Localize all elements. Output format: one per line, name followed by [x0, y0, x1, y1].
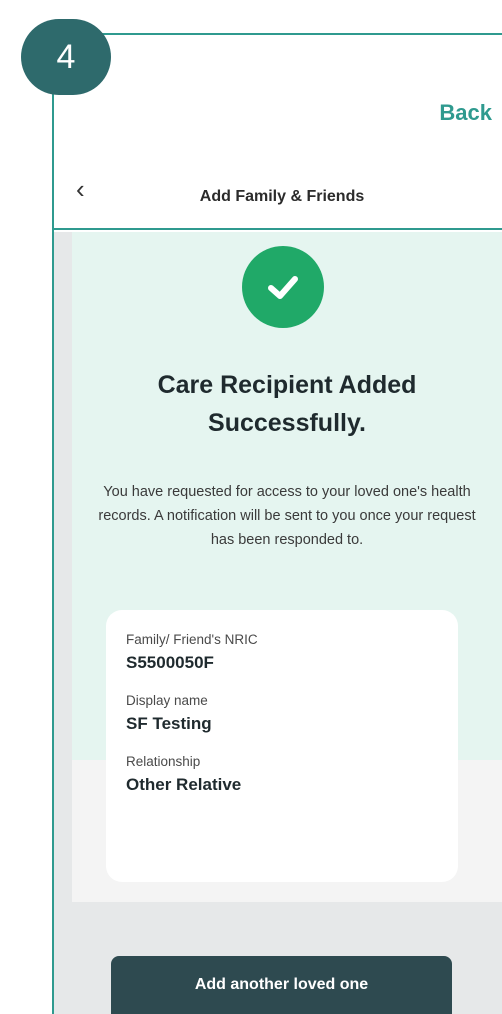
step-badge: 4 — [21, 19, 111, 95]
success-title: Care Recipient Added Successfully. — [157, 371, 417, 437]
detail-relationship: Relationship Other Relative — [126, 754, 438, 795]
detail-value: Other Relative — [126, 775, 242, 794]
detail-value: SF Testing — [126, 714, 212, 733]
recipient-details-card: Family/ Friend's NRIC S5500050F Display … — [106, 610, 458, 882]
detail-label: Family/ Friend's NRIC — [126, 632, 258, 647]
frame-top-line — [52, 33, 502, 35]
step-number: 4 — [56, 37, 76, 76]
detail-nric: Family/ Friend's NRIC S5500050F — [126, 632, 438, 673]
success-panel: Care Recipient Added Successfully. You h… — [72, 232, 502, 902]
detail-label: Display name — [126, 693, 208, 708]
back-link[interactable]: Back — [439, 100, 492, 126]
detail-display-name: Display name SF Testing — [126, 693, 438, 734]
detail-label: Relationship — [126, 754, 201, 769]
add-another-loved-one-button[interactable]: Add another loved one — [111, 956, 452, 1014]
detail-value: S5500050F — [126, 653, 214, 672]
page-title: Add Family & Friends — [199, 188, 365, 205]
checkmark-icon — [268, 276, 298, 299]
app-header: ‹ Add Family & Friends — [54, 150, 502, 230]
success-description: You have requested for access to your lo… — [98, 484, 476, 548]
check-circle-icon — [242, 246, 324, 328]
